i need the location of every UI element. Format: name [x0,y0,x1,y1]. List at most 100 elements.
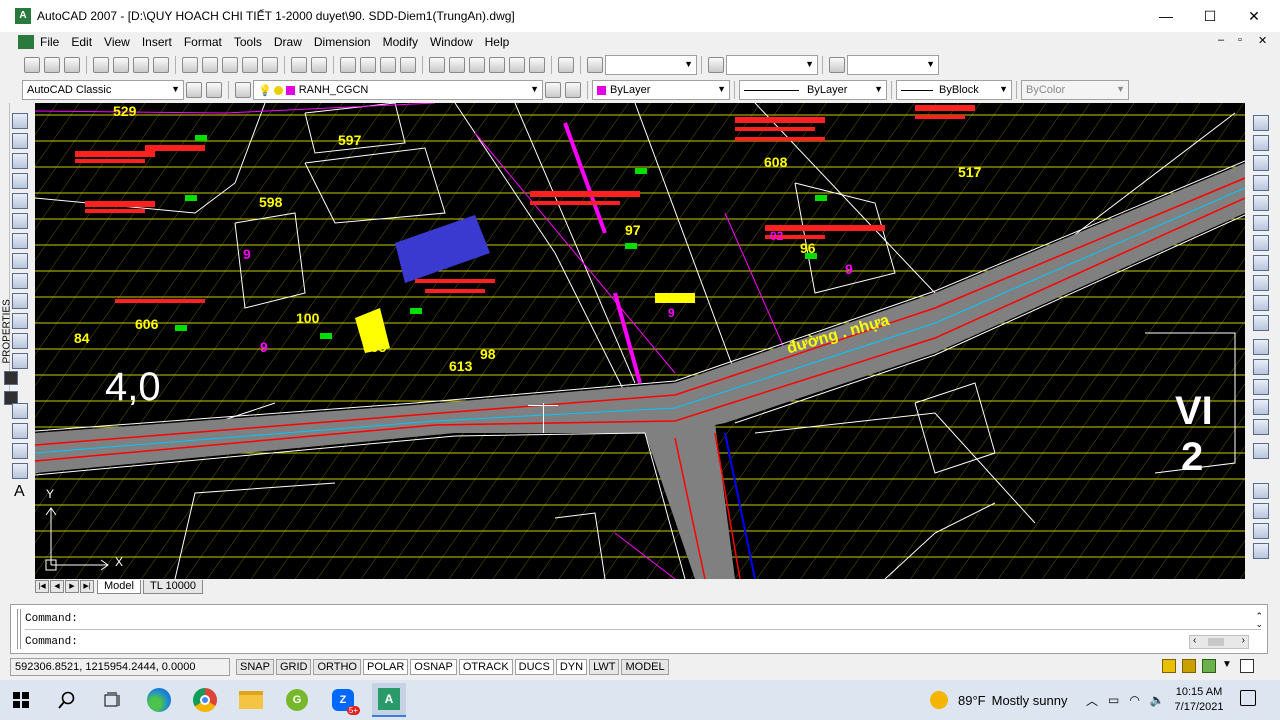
new-icon[interactable] [24,57,40,73]
make-current-layer-icon[interactable] [545,82,561,98]
copy-icon[interactable] [202,57,218,73]
menu-modify[interactable]: Modify [377,32,424,52]
extend-icon[interactable] [1253,315,1269,331]
edge-browser-icon[interactable] [142,683,176,717]
table-icon[interactable] [12,463,28,479]
save-icon[interactable] [64,57,80,73]
match-properties-icon[interactable] [242,57,258,73]
tool-palettes-icon[interactable] [469,57,485,73]
plot-preview-icon[interactable] [113,57,129,73]
rotate-icon[interactable] [1253,235,1269,251]
ortho-toggle[interactable]: ORTHO [313,659,361,675]
plot-icon[interactable] [93,57,109,73]
weather-widget[interactable]: 89°F Mostly sunny [930,680,1067,720]
zoom-realtime-icon[interactable] [360,57,376,73]
toolbar-lock-icon[interactable] [1182,659,1196,673]
scale-icon[interactable] [1253,255,1269,271]
insert-block-icon[interactable] [12,333,28,349]
line-tool-icon[interactable] [12,113,28,129]
first-tab-icon[interactable]: |◀ [35,580,49,593]
show-hidden-icons[interactable]: ︿ [1086,692,1098,709]
chrome-browser-icon[interactable] [188,683,222,717]
circle-icon[interactable] [12,233,28,249]
dim-style-combo[interactable]: ▼ [726,55,818,75]
calculator-icon[interactable] [529,57,545,73]
osnap-toggle[interactable]: OSNAP [410,659,457,675]
break-at-point-icon[interactable] [1253,339,1269,355]
array-icon[interactable] [1253,195,1269,211]
menu-dimension[interactable]: Dimension [308,32,377,52]
tab-layout[interactable]: TL 10000 [142,579,204,594]
task-view-icon[interactable] [96,683,130,717]
tab-model[interactable]: Model [97,579,141,594]
zalo-icon[interactable]: Z 5+ [326,683,360,717]
draw-order-above-icon[interactable] [1253,523,1269,539]
table-style-icon[interactable] [829,57,845,73]
join-icon[interactable] [1253,379,1269,395]
snap-toggle[interactable]: SNAP [236,659,274,675]
linetype-combo[interactable]: ByLayer ▼ [739,80,887,100]
maximize-button[interactable]: ☐ [1188,0,1232,32]
offset-icon[interactable] [1253,175,1269,191]
properties-icon[interactable] [429,57,445,73]
publish-icon[interactable] [133,57,149,73]
chamfer-icon[interactable] [1253,399,1269,415]
status-menu-arrow-icon[interactable]: ▼ [1222,659,1232,670]
layer-manager-icon[interactable] [235,82,251,98]
open-icon[interactable] [44,57,60,73]
trim-icon[interactable] [1253,295,1269,311]
pan-icon[interactable] [340,57,356,73]
undo-icon[interactable] [291,57,307,73]
hatch-icon[interactable] [12,423,28,439]
ellipse-arc-icon[interactable] [12,313,28,329]
copy-object-icon[interactable] [1253,135,1269,151]
layer-previous-icon[interactable] [565,82,581,98]
properties-palette-label[interactable]: PROPERTIES [2,294,13,363]
file-explorer-icon[interactable] [234,683,268,717]
windows-start-icon[interactable] [4,683,38,717]
unikey-icon[interactable]: G [280,683,314,717]
menu-edit[interactable]: Edit [65,32,98,52]
dyn-toggle[interactable]: DYN [555,659,588,675]
palette-toggle-icon[interactable] [4,371,18,385]
explode-icon[interactable] [1253,443,1269,459]
polar-toggle[interactable]: POLAR [363,659,409,675]
draw-order-front-icon[interactable] [1253,483,1269,499]
search-icon[interactable] [50,683,84,717]
redo-icon[interactable] [311,57,327,73]
battery-icon[interactable]: ▭ [1108,693,1119,707]
menu-view[interactable]: View [98,32,136,52]
design-center-icon[interactable] [449,57,465,73]
text-style-icon[interactable] [587,57,603,73]
make-block-icon[interactable] [12,353,28,369]
construction-line-icon[interactable] [12,133,28,149]
command-hscrollbar[interactable]: ‹ › [1189,635,1249,649]
lineweight-combo[interactable]: ByBlock ▼ [896,80,1012,100]
text-style-combo[interactable]: ▼ [605,55,697,75]
rectangle-icon[interactable] [12,193,28,209]
lwt-toggle[interactable]: LWT [589,659,620,675]
point-icon[interactable] [12,403,28,419]
stretch-icon[interactable] [1253,275,1269,291]
network-icon[interactable]: ◠ [1129,693,1139,707]
otrack-toggle[interactable]: OTRACK [458,659,513,675]
break-icon[interactable] [1253,359,1269,375]
command-prompt[interactable]: Command: [25,636,78,648]
drawing-canvas[interactable]: 529 597 598 608 517 97 96 100 606 84 605… [35,103,1245,579]
command-window-grip[interactable] [17,609,21,649]
menu-draw[interactable]: Draw [268,32,308,52]
document-icon[interactable] [18,35,34,49]
menu-insert[interactable]: Insert [136,32,178,52]
cut-icon[interactable] [182,57,198,73]
next-tab-icon[interactable]: ▶ [65,580,79,593]
ellipse-icon[interactable] [12,293,28,309]
arc-icon[interactable] [12,213,28,229]
close-button[interactable]: ✕ [1232,0,1276,32]
color-combo[interactable]: ByLayer ▼ [592,80,730,100]
help-icon[interactable] [558,57,574,73]
draw-order-under-icon[interactable] [1253,543,1269,559]
minimize-button[interactable]: — [1144,0,1188,32]
block-editor-icon[interactable] [262,57,278,73]
model-toggle[interactable]: MODEL [621,659,669,675]
coordinates-display[interactable]: 592306.8521, 1215954.2444, 0.0000 [10,658,230,676]
